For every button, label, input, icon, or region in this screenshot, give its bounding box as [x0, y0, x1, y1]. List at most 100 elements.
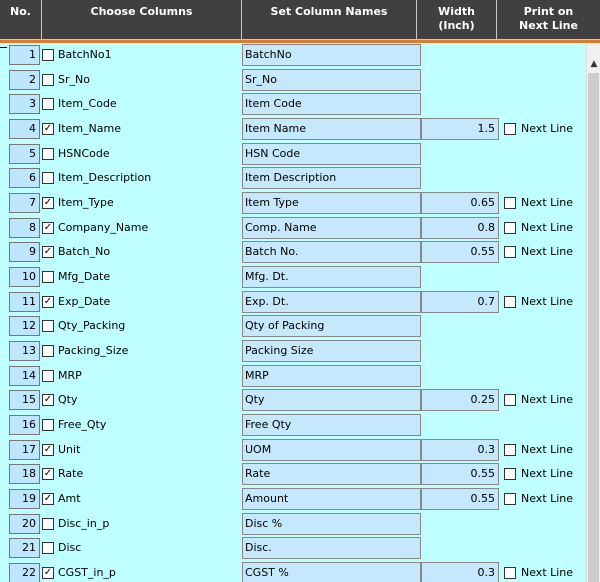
column-name-label[interactable]: MRP — [58, 368, 82, 384]
choose-column-checkbox[interactable]: ✓ — [42, 567, 54, 580]
column-name-label[interactable]: Batch_No — [58, 244, 110, 260]
next-line-checkbox[interactable] — [504, 394, 516, 407]
scrollbar-thumb[interactable] — [588, 73, 599, 582]
set-column-name-input[interactable]: Qty of Packing — [242, 315, 421, 338]
choose-column-checkbox[interactable] — [42, 369, 54, 382]
column-name-label[interactable]: Qty_Packing — [58, 318, 125, 334]
column-name-label[interactable]: Exp_Date — [58, 294, 110, 310]
choose-column-checkbox[interactable]: ✓ — [42, 221, 54, 234]
column-name-label[interactable]: Item_Name — [58, 121, 121, 137]
set-column-name-input[interactable]: Item Description — [242, 167, 421, 190]
next-line-checkbox[interactable] — [504, 443, 516, 456]
column-name-label[interactable]: Disc_in_p — [58, 516, 109, 532]
choose-column-checkbox[interactable]: ✓ — [42, 394, 54, 407]
set-column-name-input[interactable]: Qty — [242, 389, 421, 412]
set-column-name-input[interactable]: CGST % — [242, 562, 421, 582]
choose-column-checkbox[interactable]: ✓ — [42, 123, 54, 135]
width-input[interactable]: 0.55 — [421, 488, 499, 511]
choose-column-checkbox[interactable] — [42, 73, 54, 86]
column-name-label[interactable]: Disc — [58, 540, 81, 556]
triangle-up-icon[interactable]: ▲ — [587, 57, 600, 71]
column-name-label[interactable]: HSNCode — [58, 146, 110, 162]
column-name-label[interactable]: Qty — [58, 392, 77, 408]
choose-column-checkbox[interactable]: ✓ — [42, 246, 54, 259]
choose-column-checkbox[interactable] — [42, 517, 54, 530]
set-column-name-input[interactable]: MRP — [242, 364, 421, 387]
next-line-checkbox[interactable] — [504, 246, 516, 259]
column-name-label[interactable]: Unit — [58, 442, 80, 458]
set-column-name-input[interactable]: BatchNo — [242, 44, 421, 66]
width-input[interactable]: 0.8 — [421, 216, 499, 239]
set-column-name-input[interactable]: Amount — [242, 488, 421, 511]
choose-column-checkbox[interactable] — [42, 345, 54, 358]
width-input[interactable]: 0.55 — [421, 241, 499, 264]
column-name-label[interactable]: Item_Description — [58, 170, 151, 186]
set-column-name-input[interactable]: Item Code — [242, 93, 421, 116]
column-name-label[interactable]: Item_Code — [58, 96, 117, 112]
next-line-label[interactable]: Next Line — [521, 294, 573, 310]
choose-column-checkbox[interactable] — [42, 98, 54, 111]
column-name-label[interactable]: Sr_No — [58, 72, 90, 88]
width-input[interactable]: 1.5 — [421, 118, 499, 140]
next-line-label[interactable]: Next Line — [521, 491, 573, 507]
choose-column-checkbox[interactable]: ✓ — [42, 197, 54, 210]
width-input[interactable]: 0.25 — [421, 389, 499, 412]
column-name-label[interactable]: Free_Qty — [58, 417, 106, 433]
set-column-name-input[interactable]: HSN Code — [242, 142, 421, 165]
set-column-name-input[interactable]: Sr_No — [242, 68, 421, 91]
choose-column-checkbox[interactable] — [42, 419, 54, 432]
next-line-label[interactable]: Next Line — [521, 442, 573, 458]
choose-column-checkbox[interactable] — [42, 542, 54, 555]
set-column-name-input[interactable]: Rate — [242, 463, 421, 486]
width-input[interactable]: 0.55 — [421, 463, 499, 486]
next-line-checkbox[interactable] — [504, 468, 516, 481]
column-name-label[interactable]: Rate — [58, 466, 83, 482]
choose-column-checkbox[interactable] — [42, 172, 54, 185]
set-column-name-input[interactable]: UOM — [242, 438, 421, 461]
next-line-label[interactable]: Next Line — [521, 195, 573, 211]
set-column-name-input[interactable]: Disc. — [242, 537, 421, 560]
column-name-label[interactable]: Company_Name — [58, 220, 148, 236]
width-input[interactable]: 0.3 — [421, 562, 499, 582]
set-column-name-input[interactable]: Exp. Dt. — [242, 290, 421, 313]
set-column-name-input[interactable]: Comp. Name — [242, 216, 421, 239]
choose-column-checkbox[interactable] — [42, 49, 54, 61]
width-input[interactable]: 0.7 — [421, 290, 499, 313]
choose-column-checkbox[interactable] — [42, 147, 54, 160]
column-name-label[interactable]: Item_Type — [58, 195, 114, 211]
choose-column-checkbox[interactable] — [42, 320, 54, 333]
column-name-label[interactable]: Packing_Size — [58, 343, 128, 359]
next-line-checkbox[interactable] — [504, 197, 516, 210]
set-column-name-input[interactable]: Disc % — [242, 512, 421, 535]
set-column-name-input[interactable]: Item Type — [242, 192, 421, 215]
next-line-checkbox[interactable] — [504, 493, 516, 506]
column-name-label[interactable]: CGST_in_p — [58, 565, 116, 581]
set-column-name-input[interactable]: Mfg. Dt. — [242, 266, 421, 289]
choose-column-checkbox[interactable]: ✓ — [42, 443, 54, 456]
set-column-name-input[interactable]: Item Name — [242, 118, 421, 140]
choose-column-checkbox[interactable]: ✓ — [42, 295, 54, 308]
next-line-label[interactable]: Next Line — [521, 244, 573, 260]
choose-column-checkbox[interactable]: ✓ — [42, 468, 54, 481]
set-column-name-input[interactable]: Free Qty — [242, 414, 421, 437]
width-input[interactable]: 0.3 — [421, 438, 499, 461]
next-line-label[interactable]: Next Line — [521, 392, 573, 408]
next-line-label[interactable]: Next Line — [521, 466, 573, 482]
set-column-name-input[interactable]: Batch No. — [242, 241, 421, 264]
column-name-label[interactable]: Amt — [58, 491, 81, 507]
next-line-checkbox[interactable] — [504, 123, 516, 135]
choose-column-checkbox[interactable]: ✓ — [42, 493, 54, 506]
next-line-checkbox[interactable] — [504, 295, 516, 308]
next-line-label[interactable]: Next Line — [521, 121, 573, 137]
table-row: 17 ✓ Unit UOM 0.3 Next Line — [0, 438, 586, 462]
next-line-label[interactable]: Next Line — [521, 565, 573, 581]
choose-column-checkbox[interactable] — [42, 271, 54, 284]
next-line-label[interactable]: Next Line — [521, 220, 573, 236]
next-line-checkbox[interactable] — [504, 221, 516, 234]
vertical-scrollbar[interactable]: ▲ — [586, 43, 600, 582]
width-input[interactable]: 0.65 — [421, 192, 499, 215]
column-name-label[interactable]: BatchNo1 — [58, 47, 112, 63]
column-name-label[interactable]: Mfg_Date — [58, 269, 110, 285]
set-column-name-input[interactable]: Packing Size — [242, 340, 421, 363]
next-line-checkbox[interactable] — [504, 567, 516, 580]
